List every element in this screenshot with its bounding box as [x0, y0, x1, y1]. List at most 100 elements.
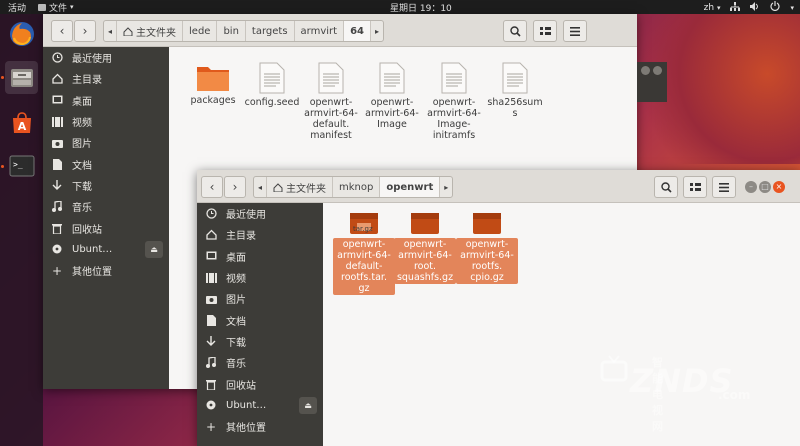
file-item-image-initramfs[interactable]: openwrt- armvirt-64- Image- initramfs — [423, 62, 485, 141]
file-item-packages[interactable]: packages — [182, 62, 244, 106]
sidebar-item-label: 下载 — [72, 181, 92, 193]
sidebar-item-documents[interactable]: 文档 — [43, 153, 169, 174]
breadcrumb-scroll-right[interactable]: ▸ — [440, 177, 452, 197]
file-item-default-rootfs-tar-gz[interactable]: openwrt- armvirt-64- default- rootfs.tar… — [333, 209, 395, 295]
desktop-icon — [51, 94, 63, 106]
file-view[interactable]: openwrt- armvirt-64- default- rootfs.tar… — [323, 203, 800, 446]
breadcrumb-targets[interactable]: targets — [246, 21, 295, 41]
sidebar-item-documents[interactable]: 文档 — [197, 309, 323, 330]
input-method-indicator[interactable]: zh ▾ — [704, 3, 721, 13]
eject-button[interactable]: ⏏ — [299, 396, 317, 414]
sidebar-item-music[interactable]: 音乐 — [197, 352, 323, 373]
trash-icon — [51, 222, 63, 234]
eject-button[interactable]: ⏏ — [145, 240, 163, 258]
svg-text:>_: >_ — [13, 160, 23, 169]
sidebar-item-trash[interactable]: 回收站 — [43, 217, 169, 238]
breadcrumb-openwrt[interactable]: openwrt — [380, 177, 441, 197]
minimize-button[interactable] — [641, 66, 650, 75]
sidebar-item-ubuntu-disk[interactable]: Ubunt… ⏏ — [197, 395, 323, 416]
sidebar-item-label: 文档 — [72, 160, 92, 172]
home-icon — [273, 182, 283, 192]
minimize-button[interactable]: – — [745, 181, 757, 193]
sidebar-item-videos[interactable]: 视频 — [197, 267, 323, 288]
maximize-button[interactable]: □ — [759, 181, 771, 193]
file-name: config.seed — [244, 97, 300, 108]
sidebar-item-downloads[interactable]: 下载 — [197, 331, 323, 352]
top-panel: 活动 文件 ▾ 星期日 19：10 zh ▾ ▾ — [0, 0, 800, 14]
sidebar-item-label: 其他位置 — [226, 423, 266, 435]
search-icon — [509, 25, 521, 37]
eject-icon: ⏏ — [150, 244, 158, 254]
app-menu[interactable]: 文件 ▾ — [34, 1, 74, 14]
back-button[interactable]: ‹ — [51, 20, 73, 42]
menu-button[interactable] — [712, 176, 736, 198]
file-item-default-manifest[interactable]: openwrt- armvirt-64- default. manifest — [300, 62, 362, 141]
clock[interactable]: 星期日 19：10 — [390, 1, 452, 14]
sidebar-item-videos[interactable]: 视频 — [43, 111, 169, 132]
text-file-icon — [259, 62, 285, 94]
file-item-rootfs-cpio-gz[interactable]: openwrt- armvirt-64- rootfs. cpio.gz — [456, 209, 518, 284]
sidebar-item-pictures[interactable]: 图片 — [43, 132, 169, 153]
breadcrumb-home[interactable]: 主文件夹 — [117, 21, 184, 41]
sidebar-item-downloads[interactable]: 下载 — [43, 175, 169, 196]
sidebar-item-other-locations[interactable]: + 其他位置 — [43, 260, 169, 281]
sidebar-item-ubuntu-disk[interactable]: Ubunt… ⏏ — [43, 239, 169, 260]
running-indicator — [1, 165, 4, 168]
breadcrumb-scroll-left[interactable]: ◂ — [104, 21, 118, 41]
sidebar-item-music[interactable]: 音乐 — [43, 196, 169, 217]
status-menu[interactable]: zh ▾ ▾ — [704, 1, 794, 14]
activities-button[interactable]: 活动 — [0, 1, 34, 14]
breadcrumb-lede[interactable]: lede — [183, 21, 218, 41]
sidebar-item-home[interactable]: 主目录 — [43, 68, 169, 89]
sidebar-item-label: 文档 — [226, 316, 246, 328]
files-launcher[interactable] — [5, 61, 38, 94]
sidebar-item-trash[interactable]: 回收站 — [197, 373, 323, 394]
breadcrumb-64[interactable]: 64 — [344, 21, 372, 41]
sidebar-item-recent[interactable]: 最近使用 — [43, 47, 169, 68]
eject-icon: ⏏ — [304, 400, 312, 410]
view-options-button[interactable] — [533, 20, 557, 42]
chevron-left-icon: ‹ — [59, 24, 65, 38]
search-button[interactable] — [654, 176, 678, 198]
forward-button[interactable]: › — [74, 20, 96, 42]
back-button[interactable]: ‹ — [201, 176, 223, 198]
sidebar-item-recent[interactable]: 最近使用 — [197, 203, 323, 224]
breadcrumb-armvirt[interactable]: armvirt — [295, 21, 345, 41]
background-window-edge — [637, 62, 667, 102]
terminal-launcher[interactable]: >_ — [5, 149, 38, 182]
file-name: openwrt- armvirt-64- rootfs. cpio.gz — [456, 238, 518, 284]
software-launcher[interactable]: A — [5, 106, 38, 139]
file-name: openwrt- armvirt-64- default. manifest — [304, 97, 358, 141]
breadcrumb-scroll-right[interactable]: ▸ — [371, 21, 383, 41]
archive-icon — [411, 213, 439, 234]
sidebar-item-desktop[interactable]: 桌面 — [197, 246, 323, 267]
menu-button[interactable] — [563, 20, 587, 42]
firefox-launcher[interactable] — [5, 17, 38, 50]
breadcrumb-mknop[interactable]: mknop — [333, 177, 381, 197]
search-button[interactable] — [503, 20, 527, 42]
maximize-button[interactable] — [653, 66, 662, 75]
file-manager-window-openwrt[interactable]: ‹ › ◂ 主文件夹 mknop openwrt ▸ – □ × 最近使用 主目… — [197, 170, 800, 446]
close-button[interactable]: × — [773, 181, 785, 193]
sidebar-item-other-locations[interactable]: + 其他位置 — [197, 416, 323, 437]
document-icon — [51, 158, 63, 170]
file-item-sha256sums[interactable]: sha256sum s — [484, 62, 546, 119]
sidebar-item-label: 其他位置 — [72, 267, 112, 279]
file-item-image[interactable]: openwrt- armvirt-64- Image — [361, 62, 423, 130]
download-icon — [205, 335, 217, 347]
minimize-icon: – — [749, 182, 753, 191]
forward-button[interactable]: › — [224, 176, 246, 198]
sidebar-item-pictures[interactable]: 图片 — [197, 288, 323, 309]
file-item-config-seed[interactable]: config.seed — [241, 62, 303, 108]
breadcrumb-home[interactable]: 主文件夹 — [267, 177, 334, 197]
view-options-button[interactable] — [683, 176, 707, 198]
sidebar-item-label: 桌面 — [226, 252, 246, 264]
sidebar-item-desktop[interactable]: 桌面 — [43, 90, 169, 111]
file-item-root-squashfs-gz[interactable]: openwrt- armvirt-64- root. squashfs.gz — [394, 209, 456, 284]
breadcrumb-bin[interactable]: bin — [217, 21, 246, 41]
sidebar-item-home[interactable]: 主目录 — [197, 224, 323, 245]
software-icon: A — [12, 111, 31, 133]
breadcrumb-scroll-left[interactable]: ◂ — [254, 177, 268, 197]
archive-icon — [473, 213, 501, 234]
hamburger-icon — [570, 26, 580, 36]
